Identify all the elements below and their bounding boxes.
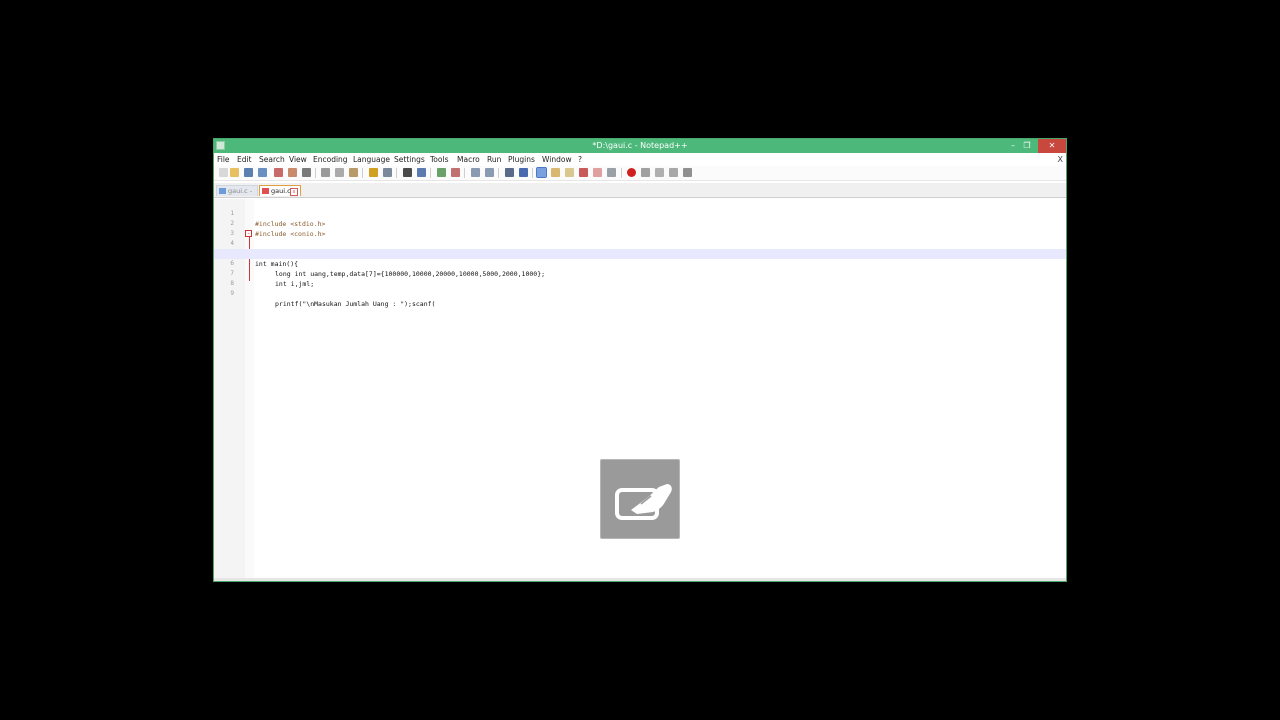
- tab-gaui-c[interactable]: gaui.c x: [259, 185, 301, 196]
- zoom-in-icon[interactable]: [437, 168, 446, 177]
- menu-encoding[interactable]: Encoding: [313, 153, 348, 166]
- toolbar-separator: [464, 168, 465, 178]
- menu-window[interactable]: Window: [542, 153, 572, 166]
- toolbar-separator: [430, 168, 431, 178]
- menu-language[interactable]: Language: [353, 153, 390, 166]
- menu-search[interactable]: Search: [259, 153, 285, 166]
- maximize-button[interactable]: ❐: [1020, 139, 1034, 153]
- redo-icon[interactable]: [383, 168, 392, 177]
- toolbar-separator: [621, 168, 622, 178]
- find-icon[interactable]: [403, 168, 412, 177]
- code-line: 1 #include <stdio.h>: [214, 199, 1066, 228]
- tab-bar: gaui.c - 1 gaui.c x: [214, 183, 1066, 206]
- code-line: 7 int i,jml;: [214, 259, 1066, 288]
- file-modified-icon: [262, 188, 269, 194]
- fold-collapse-icon[interactable]: -: [245, 230, 252, 237]
- menu-edit[interactable]: Edit: [237, 153, 252, 166]
- run-macro-multiple-icon[interactable]: [669, 168, 678, 177]
- close-document-button[interactable]: X: [1058, 153, 1063, 166]
- code-line: 5: [214, 239, 1066, 257]
- stop-macro-icon[interactable]: [641, 168, 650, 177]
- status-bar: [214, 578, 1066, 581]
- cut-icon[interactable]: [321, 168, 330, 177]
- show-all-chars-icon[interactable]: [519, 168, 528, 177]
- save-macro-icon[interactable]: [683, 168, 692, 177]
- window-title: *D:\gaui.c - Notepad++: [592, 141, 688, 150]
- menu-settings[interactable]: Settings: [394, 153, 425, 166]
- toolbar-separator: [362, 168, 363, 178]
- code-line-current: 6 long int uang,temp,data[7]={100000,100…: [214, 249, 1066, 278]
- menu-plugins[interactable]: Plugins: [508, 153, 535, 166]
- minimize-button[interactable]: –: [1006, 139, 1020, 153]
- toolbar-separator: [315, 168, 316, 178]
- code-line: 8: [214, 269, 1066, 287]
- folder-workspace-icon[interactable]: [593, 168, 602, 177]
- tab-close-icon[interactable]: x: [290, 188, 298, 196]
- paste-icon[interactable]: [349, 168, 358, 177]
- sync-horizontal-icon[interactable]: [485, 168, 494, 177]
- monitoring-icon[interactable]: [607, 168, 616, 177]
- menu-run[interactable]: Run: [487, 153, 501, 166]
- toolbar-separator: [396, 168, 397, 178]
- play-macro-icon[interactable]: [655, 168, 664, 177]
- menu-help[interactable]: ?: [578, 153, 582, 166]
- code-line: 4 - int main(){: [214, 229, 1066, 268]
- copy-icon[interactable]: [335, 168, 344, 177]
- sync-vertical-icon[interactable]: [471, 168, 480, 177]
- user-language-icon[interactable]: [551, 168, 560, 177]
- toolbar: [214, 166, 1066, 181]
- indent-guide-icon[interactable]: [536, 167, 547, 178]
- menu-bar: File Edit Search View Encoding Language …: [214, 153, 1066, 166]
- touch-overlay: [600, 459, 680, 539]
- file-icon: [219, 188, 226, 194]
- zoom-out-icon[interactable]: [451, 168, 460, 177]
- word-wrap-icon[interactable]: [505, 168, 514, 177]
- function-list-icon[interactable]: [579, 168, 588, 177]
- hand-pointer-icon: [615, 484, 672, 520]
- code-line: 2 #include <conio.h>: [214, 209, 1066, 238]
- title-bar[interactable]: *D:\gaui.c - Notepad++ – ❐ ✕: [214, 139, 1066, 153]
- toolbar-separator: [532, 168, 533, 178]
- save-all-icon[interactable]: [258, 168, 267, 177]
- doc-map-icon[interactable]: [565, 168, 574, 177]
- line-number: 9: [230, 290, 234, 297]
- code-line: 9 printf("\nMasukan Jumlah Uang : ");sca…: [214, 279, 1066, 308]
- menu-file[interactable]: File: [217, 153, 230, 166]
- print-icon[interactable]: [302, 168, 311, 177]
- close-all-icon[interactable]: [288, 168, 297, 177]
- toolbar-separator: [498, 168, 499, 178]
- undo-icon[interactable]: [369, 168, 378, 177]
- code-text: printf("\nMasukan Jumlah Uang : ");scanf…: [275, 300, 436, 308]
- close-button[interactable]: ✕: [1038, 139, 1066, 153]
- replace-icon[interactable]: [417, 168, 426, 177]
- save-icon[interactable]: [244, 168, 253, 177]
- tab-label: gaui.c: [271, 187, 291, 195]
- close-file-icon[interactable]: [274, 168, 283, 177]
- record-macro-icon[interactable]: [627, 168, 636, 177]
- new-file-icon[interactable]: [219, 168, 228, 177]
- menu-view[interactable]: View: [289, 153, 307, 166]
- menu-tools[interactable]: Tools: [430, 153, 448, 166]
- tab-gaui-c-1[interactable]: gaui.c - 1: [216, 185, 258, 206]
- open-file-icon[interactable]: [230, 168, 239, 177]
- menu-macro[interactable]: Macro: [457, 153, 480, 166]
- code-line: 3: [214, 219, 1066, 237]
